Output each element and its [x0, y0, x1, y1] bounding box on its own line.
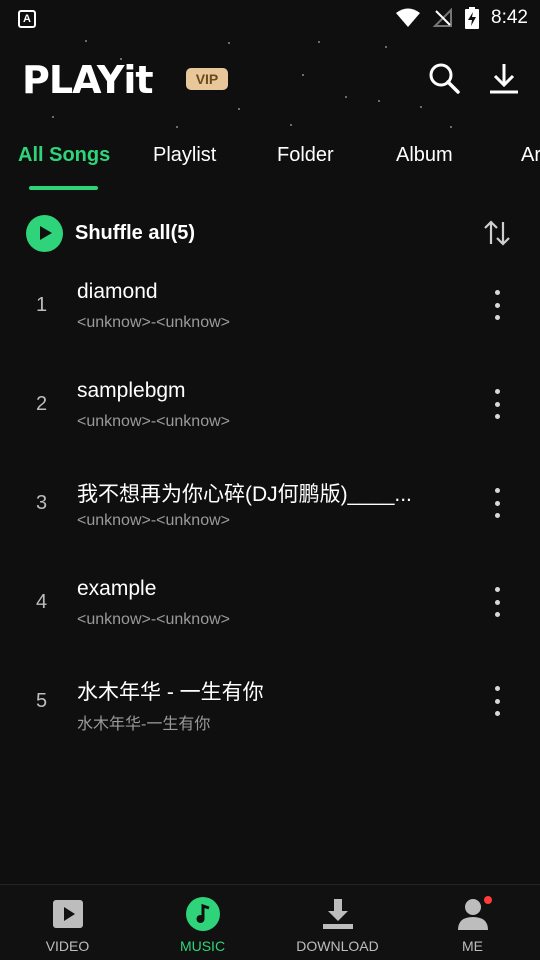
download-icon	[321, 897, 355, 931]
song-title: samplebgm	[77, 379, 186, 402]
song-artist-album: 水木年华-一生有你	[77, 716, 211, 733]
nav-me[interactable]: ME	[405, 885, 540, 960]
song-number: 1	[36, 294, 48, 316]
song-row[interactable]: 1 diamond <unknow>-<unknow>	[0, 270, 540, 369]
song-artist-album: <unknow>-<unknow>	[77, 413, 230, 430]
nav-download[interactable]: DOWNLOAD	[270, 885, 405, 960]
song-row[interactable]: 4 example <unknow>-<unknow>	[0, 567, 540, 666]
tab-folder[interactable]: Folder	[277, 144, 334, 167]
more-options-icon[interactable]	[484, 288, 510, 322]
song-artist-album: <unknow>-<unknow>	[77, 512, 230, 529]
nav-download-label: DOWNLOAD	[296, 938, 379, 954]
shuffle-all-label: Shuffle all(5)	[75, 221, 196, 244]
song-title: 我不想再为你心碎(DJ何鹏版)____...	[77, 483, 412, 506]
play-icon[interactable]	[26, 214, 63, 252]
notification-badge	[484, 896, 492, 904]
notification-app-icon: A	[18, 10, 36, 28]
song-number: 4	[36, 591, 48, 613]
vip-badge[interactable]: VIP	[186, 68, 228, 90]
song-list: 1 diamond <unknow>-<unknow> 2 samplebgm …	[0, 270, 540, 765]
nav-me-label: ME	[462, 938, 483, 954]
nav-music[interactable]: MUSIC	[135, 885, 270, 960]
wifi-icon	[395, 8, 421, 28]
song-artist-album: <unknow>-<unknow>	[77, 314, 230, 331]
more-options-icon[interactable]	[484, 387, 510, 421]
nav-video[interactable]: VIDEO	[0, 885, 135, 960]
song-row[interactable]: 3 我不想再为你心碎(DJ何鹏版)____... <unknow>-<unkno…	[0, 468, 540, 567]
app-header: PLAYit VIP	[0, 36, 540, 128]
song-number: 2	[36, 393, 48, 415]
more-options-icon[interactable]	[484, 684, 510, 718]
search-icon[interactable]	[424, 58, 464, 98]
song-number: 3	[36, 492, 48, 514]
active-tab-indicator	[29, 186, 98, 190]
sort-icon[interactable]	[480, 218, 514, 248]
battery-charging-icon	[465, 7, 480, 29]
song-number: 5	[36, 690, 48, 712]
status-time: 8:42	[491, 7, 528, 28]
tab-artist[interactable]: Ar	[521, 144, 540, 167]
song-title: diamond	[77, 280, 158, 303]
nav-music-label: MUSIC	[179, 938, 226, 954]
music-icon	[185, 897, 220, 931]
tab-album[interactable]: Album	[396, 144, 453, 167]
song-artist-album: <unknow>-<unknow>	[77, 611, 230, 628]
song-title: 水木年华 - 一生有你	[77, 681, 264, 704]
category-tabs: All Songs Playlist Folder Album Ar	[0, 136, 540, 196]
video-icon	[51, 897, 85, 931]
app-logo: PLAYit	[22, 58, 154, 102]
song-row[interactable]: 2 samplebgm <unknow>-<unknow>	[0, 369, 540, 468]
tab-all-songs[interactable]: All Songs	[18, 144, 110, 167]
shuffle-all-row[interactable]: Shuffle all(5)	[26, 214, 195, 252]
download-icon[interactable]	[484, 58, 524, 98]
more-options-icon[interactable]	[484, 486, 510, 520]
more-options-icon[interactable]	[484, 585, 510, 619]
tab-playlist[interactable]: Playlist	[153, 144, 216, 167]
no-signal-icon	[433, 8, 453, 28]
song-title: example	[77, 577, 157, 600]
song-row[interactable]: 5 水木年华 - 一生有你 水木年华-一生有你	[0, 666, 540, 765]
status-bar: A 8:42	[0, 0, 540, 36]
bottom-navigation: VIDEO MUSIC DOWNLOAD ME	[0, 884, 540, 960]
nav-video-label: VIDEO	[45, 938, 90, 954]
